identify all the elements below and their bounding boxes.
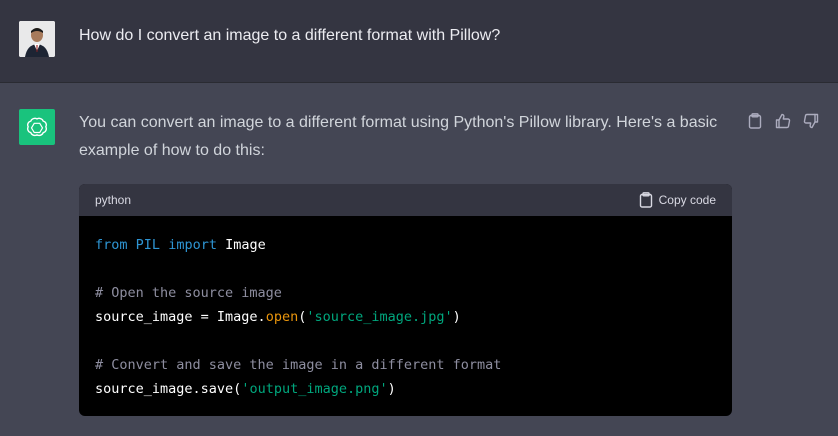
assistant-message-row: You can convert an image to a different … [0, 83, 838, 436]
code-block-header: python Copy code [79, 184, 732, 216]
user-message-row: How do I convert an image to a different… [0, 0, 838, 83]
thumbs-down-icon [803, 113, 819, 129]
message-actions [744, 112, 822, 130]
code-language-label: python [95, 193, 132, 207]
openai-logo-icon [19, 109, 55, 145]
user-message-text: How do I convert an image to a different… [79, 27, 501, 44]
code-token: Image [225, 237, 266, 253]
thumbs-up-icon [775, 113, 791, 129]
code-content: from PIL import Image # Open the source … [79, 216, 732, 416]
code-token: from [95, 237, 128, 253]
code-line-6: # Convert and save the image in a differ… [95, 353, 716, 377]
code-line-1: from PIL import Image [95, 233, 716, 257]
code-line-3: # Open the source image [95, 281, 716, 305]
code-token: ) [387, 381, 396, 397]
thumbs-up-button[interactable] [772, 112, 794, 130]
code-comment: # Convert and save the image in a differ… [95, 357, 502, 373]
code-string: 'source_image.jpg' [306, 309, 453, 325]
assistant-intro-text: You can convert an image to a different … [79, 114, 718, 159]
clipboard-icon [639, 192, 652, 208]
clipboard-icon [748, 113, 762, 129]
code-line-7: source_image.save('output_image.png') [95, 377, 716, 401]
code-token: import [168, 237, 217, 253]
code-token: PIL [135, 237, 161, 253]
copy-code-button[interactable]: Copy code [639, 192, 716, 208]
code-token: source_image.save( [95, 381, 242, 397]
code-string: 'output_image.png' [241, 381, 388, 397]
user-avatar [19, 21, 55, 57]
copy-code-label: Copy code [658, 193, 716, 207]
code-block: python Copy code from PIL import Image #… [79, 184, 732, 416]
code-token: ) [452, 309, 461, 325]
code-comment: # Open the source image [95, 285, 282, 301]
user-avatar-photo [19, 21, 55, 57]
thumbs-down-button[interactable] [800, 112, 822, 130]
code-token: open [265, 309, 299, 325]
code-line-4: source_image = Image.open('source_image.… [95, 305, 716, 329]
copy-message-button[interactable] [744, 112, 766, 130]
code-token: source_image = Image. [95, 309, 266, 325]
